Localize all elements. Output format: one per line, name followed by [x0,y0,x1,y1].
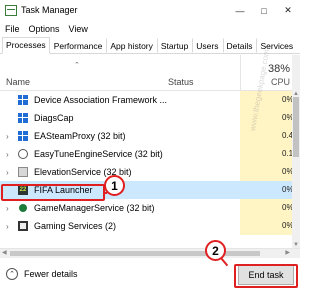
gear-icon [18,149,28,159]
menu-bar: File Options View [0,21,300,36]
fewer-details-label: Fewer details [24,269,78,279]
chevron-right-icon[interactable]: › [6,222,9,231]
sort-up-icon[interactable]: ⌃ [74,61,80,69]
maximize-button[interactable]: □ [252,0,276,21]
process-name: Device Association Framework ... [34,95,168,105]
chevron-up-icon: ⌃ [6,268,18,280]
process-cpu: 0% [240,109,294,127]
tab-performance[interactable]: Performance [50,38,107,53]
cpu-label: CPU [270,77,290,87]
menu-view[interactable]: View [69,24,88,34]
horizontal-scrollbar[interactable]: ◀ ▶ [0,248,300,258]
tab-app-history[interactable]: App history [106,38,157,53]
vertical-scrollbar[interactable]: ▲ ▼ [292,91,300,248]
step-2-badge: 2 [205,240,226,261]
process-cpu: 0% [240,163,294,181]
tab-users[interactable]: Users [192,38,222,53]
scroll-left-icon[interactable]: ◀ [2,249,7,256]
minimize-button[interactable]: — [228,0,252,21]
column-status[interactable]: Status [168,77,194,87]
cpu-total-percent: 38% [267,63,290,75]
box-icon [18,167,28,177]
highlight-end-task [234,264,298,288]
process-row[interactable]: › Gaming Services (2) 0% [0,217,294,235]
process-row[interactable]: Device Association Framework ... 0% [0,91,294,109]
window-controls: — □ ✕ [228,0,300,21]
process-name: Gaming Services (2) [34,221,117,231]
highlight-fifa-row [1,184,105,201]
process-cpu: 0% [240,217,294,235]
window-title: Task Manager [21,5,78,15]
title-bar: Task Manager — □ ✕ [0,0,300,21]
process-cpu: 0% [240,181,294,199]
header-scroll-spacer [292,55,300,91]
process-name: GameManagerService (32 bit) [34,203,155,213]
tab-processes[interactable]: Processes [2,37,50,54]
gaming-services-icon [18,221,28,231]
chevron-right-icon[interactable]: › [6,150,9,159]
chevron-right-icon[interactable]: › [6,204,9,213]
column-name[interactable]: Name [6,77,30,87]
process-cpu: 0% [240,91,294,109]
chevron-right-icon[interactable]: › [6,132,9,141]
tab-startup[interactable]: Startup [156,38,192,53]
process-name: EasyTuneEngineService (32 bit) [34,149,163,159]
tab-details[interactable]: Details [222,38,257,53]
process-row[interactable]: › GameManagerService (32 bit) 0% [0,199,294,217]
window-icon [18,131,28,141]
close-button[interactable]: ✕ [276,0,300,21]
task-manager-icon [5,5,17,16]
process-cpu: 0.1% [240,145,300,163]
menu-options[interactable]: Options [29,24,60,34]
process-row[interactable]: › ElevationService (32 bit) 0% [0,163,294,181]
process-cpu: 0% [240,199,294,217]
fewer-details-button[interactable]: ⌃ Fewer details [6,268,78,280]
tab-strip: Processes Performance App history Startu… [0,36,300,54]
window-icon [18,95,28,105]
process-name: DiagsCap [34,113,74,123]
process-row[interactable]: › EasyTuneEngineService (32 bit) 0.1% [0,145,300,163]
step-1-badge: 1 [104,175,125,196]
menu-file[interactable]: File [5,24,20,34]
process-name: EASteamProxy (32 bit) [34,131,126,141]
scroll-right-icon[interactable]: ▶ [285,249,290,256]
scrollbar-thumb[interactable] [293,97,299,157]
chevron-right-icon[interactable]: › [6,168,9,177]
gamemanager-icon [18,203,28,213]
window-icon [18,113,28,123]
